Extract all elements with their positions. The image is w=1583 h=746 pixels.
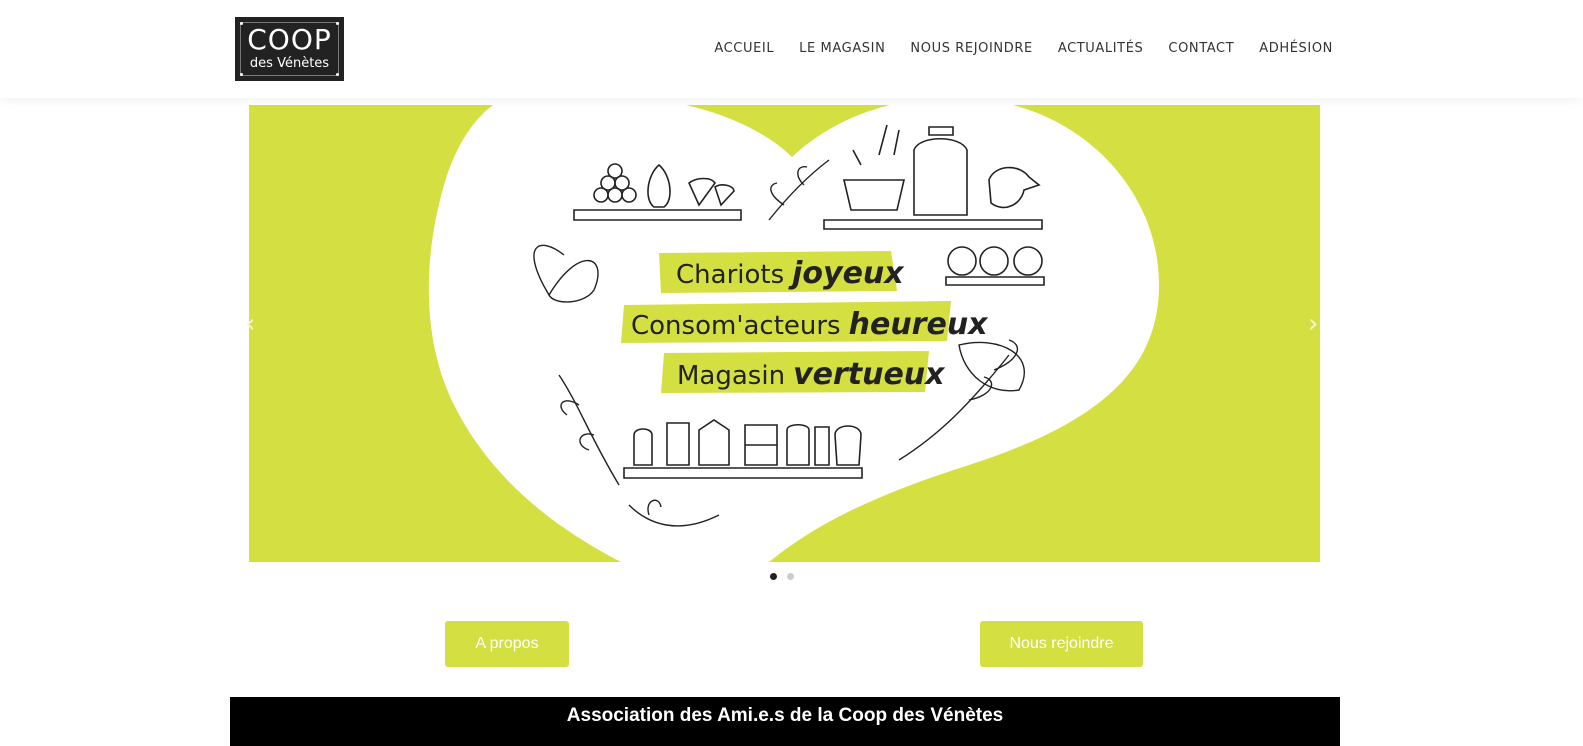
slider-dot-2[interactable] (787, 573, 794, 580)
nav-item-nous-rejoindre[interactable]: NOUS REJOINDRE (910, 40, 1032, 58)
tagline-1-bold: joyeux (788, 256, 905, 291)
site-header: COOP des Vénètes ACCUEIL LE MAGASIN NOUS… (0, 0, 1583, 98)
join-button[interactable]: Nous rejoindre (980, 621, 1143, 667)
slider-dot-1[interactable] (770, 573, 777, 580)
logo-corner-dot (336, 73, 339, 76)
about-button[interactable]: A propos (445, 621, 569, 667)
nav-item-contact[interactable]: CONTACT (1168, 40, 1234, 58)
tagline-2-light: Consom'acteurs (631, 311, 841, 341)
tagline-3-bold: vertueux (793, 357, 946, 392)
logo-sub-text: des Vénètes (249, 56, 330, 71)
slider-next-icon[interactable]: › (1308, 311, 1318, 337)
slider-dots (770, 573, 794, 580)
logo-corner-dot (240, 73, 243, 76)
nav-item-adhesion[interactable]: ADHÉSION (1259, 40, 1333, 58)
slide-illustration: Chariots joyeux Consom'acteurs heureux Mag… (428, 105, 1159, 562)
logo-main-text: COOP (247, 23, 332, 56)
main-nav: ACCUEIL LE MAGASIN NOUS REJOINDRE ACTUAL… (714, 40, 1333, 58)
tagline-2-bold: heureux (849, 307, 990, 342)
tagline-line-3: Magasin vertueux (677, 357, 946, 392)
nav-item-accueil[interactable]: ACCUEIL (714, 40, 774, 58)
nav-item-actualites[interactable]: ACTUALITÉS (1058, 40, 1144, 58)
hero-slider: Chariots joyeux Consom'acteurs heureux Mag… (249, 105, 1320, 562)
nav-item-le-magasin[interactable]: LE MAGASIN (799, 40, 885, 58)
tagline-3-light: Magasin (677, 361, 785, 391)
slider-prev-icon[interactable]: ‹ (245, 311, 255, 337)
association-banner: Association des Ami.e.s de la Coop des V… (230, 697, 1340, 746)
association-banner-text: Association des Ami.e.s de la Coop des V… (566, 705, 1004, 726)
tagline-1-light: Chariots (676, 260, 784, 290)
site-logo[interactable]: COOP des Vénètes (235, 17, 344, 81)
tagline-line-2: Consom'acteurs heureux (631, 307, 989, 342)
